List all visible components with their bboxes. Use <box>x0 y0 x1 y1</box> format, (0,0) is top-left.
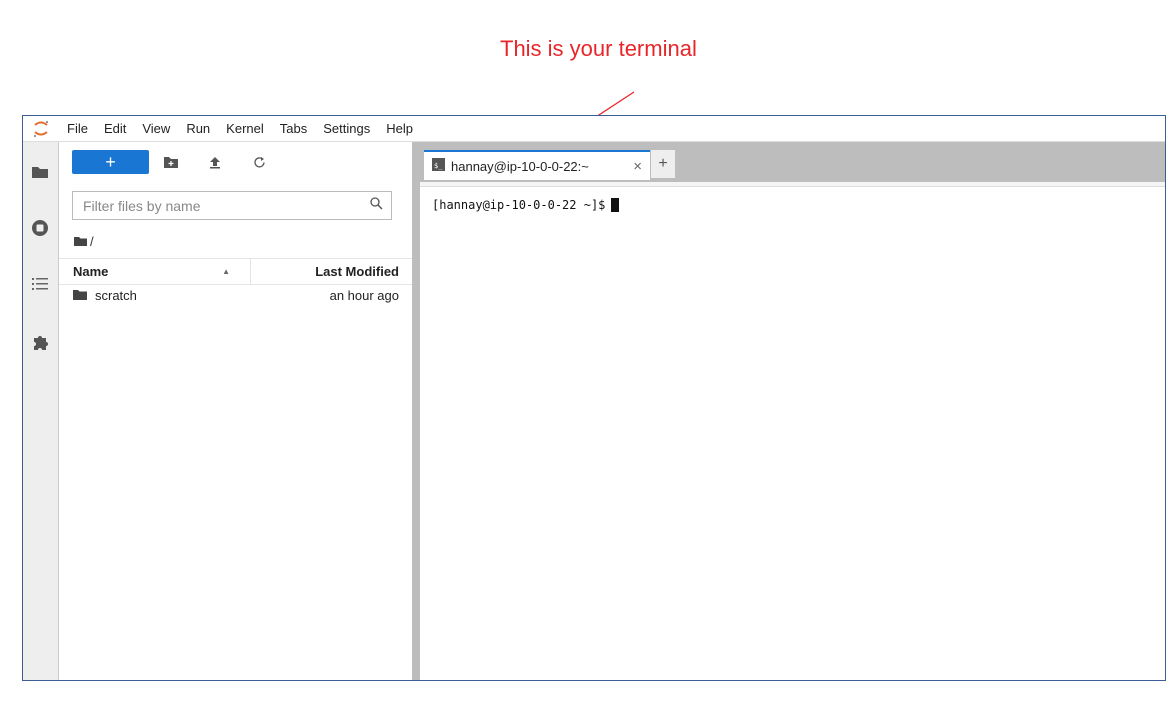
filter-input[interactable] <box>81 196 370 215</box>
upload-button[interactable] <box>193 156 237 169</box>
menu-settings[interactable]: Settings <box>315 121 378 136</box>
column-last-modified[interactable]: Last Modified <box>251 264 412 279</box>
main-dock-area: $_ hannay@ip-10-0-0-22:~ × + [hannay@ip-… <box>420 142 1165 680</box>
close-icon[interactable]: × <box>633 158 642 175</box>
sort-ascending-icon: ▲ <box>222 267 230 276</box>
jupyterlab-window: File Edit View Run Kernel Tabs Settings … <box>22 115 1166 681</box>
folder-icon <box>73 288 87 303</box>
terminal-icon: $_ <box>432 158 445 174</box>
menu-file[interactable]: File <box>59 121 96 136</box>
menu-view[interactable]: View <box>134 121 178 136</box>
column-name[interactable]: Name ▲ <box>59 259 251 284</box>
terminal-cursor <box>611 198 620 212</box>
tab-label: hannay@ip-10-0-0-22:~ <box>451 158 589 174</box>
folder-icon[interactable] <box>30 162 50 182</box>
annotation-label: This is your terminal <box>500 36 697 61</box>
left-sidebar <box>23 142 59 680</box>
file-modified: an hour ago <box>329 287 399 303</box>
file-list-header: Name ▲ Last Modified <box>59 258 412 285</box>
terminal-prompt: [hannay@ip-10-0-0-22 ~]$ <box>432 198 606 212</box>
terminal[interactable]: [hannay@ip-10-0-0-22 ~]$ <box>432 198 620 212</box>
add-tab-button[interactable]: + <box>651 150 675 178</box>
file-name: scratch <box>95 287 137 303</box>
tab-bar: $_ hannay@ip-10-0-0-22:~ × + <box>420 142 1165 182</box>
menu-run[interactable]: Run <box>178 121 218 136</box>
breadcrumb-root[interactable]: / <box>90 234 94 249</box>
refresh-button[interactable] <box>237 156 281 169</box>
tab-divider <box>420 182 1165 187</box>
search-icon <box>370 196 383 215</box>
running-icon[interactable] <box>30 218 50 238</box>
extension-icon[interactable] <box>30 332 50 352</box>
menu-bar: File Edit View Run Kernel Tabs Settings … <box>23 116 1165 142</box>
tab-terminal[interactable]: $_ hannay@ip-10-0-0-22:~ × <box>424 150 650 180</box>
breadcrumb: / <box>74 234 94 249</box>
home-folder-icon[interactable] <box>74 234 87 249</box>
file-toolbar: + <box>72 150 281 174</box>
new-folder-button[interactable] <box>149 156 193 168</box>
menu-tabs[interactable]: Tabs <box>272 121 315 136</box>
menu-help[interactable]: Help <box>378 121 421 136</box>
jupyter-logo-icon <box>23 116 59 141</box>
column-name-label: Name <box>73 264 109 279</box>
new-launcher-button[interactable]: + <box>72 150 149 174</box>
svg-text:$_: $_ <box>434 162 443 170</box>
list-item[interactable]: scratch an hour ago <box>59 284 412 306</box>
filter-files <box>72 191 392 220</box>
file-browser: + / Name ▲ Last Modifi <box>59 142 412 680</box>
menu-edit[interactable]: Edit <box>96 121 134 136</box>
toc-icon[interactable] <box>30 274 50 294</box>
panel-splitter[interactable] <box>412 142 420 680</box>
menu-kernel[interactable]: Kernel <box>218 121 272 136</box>
